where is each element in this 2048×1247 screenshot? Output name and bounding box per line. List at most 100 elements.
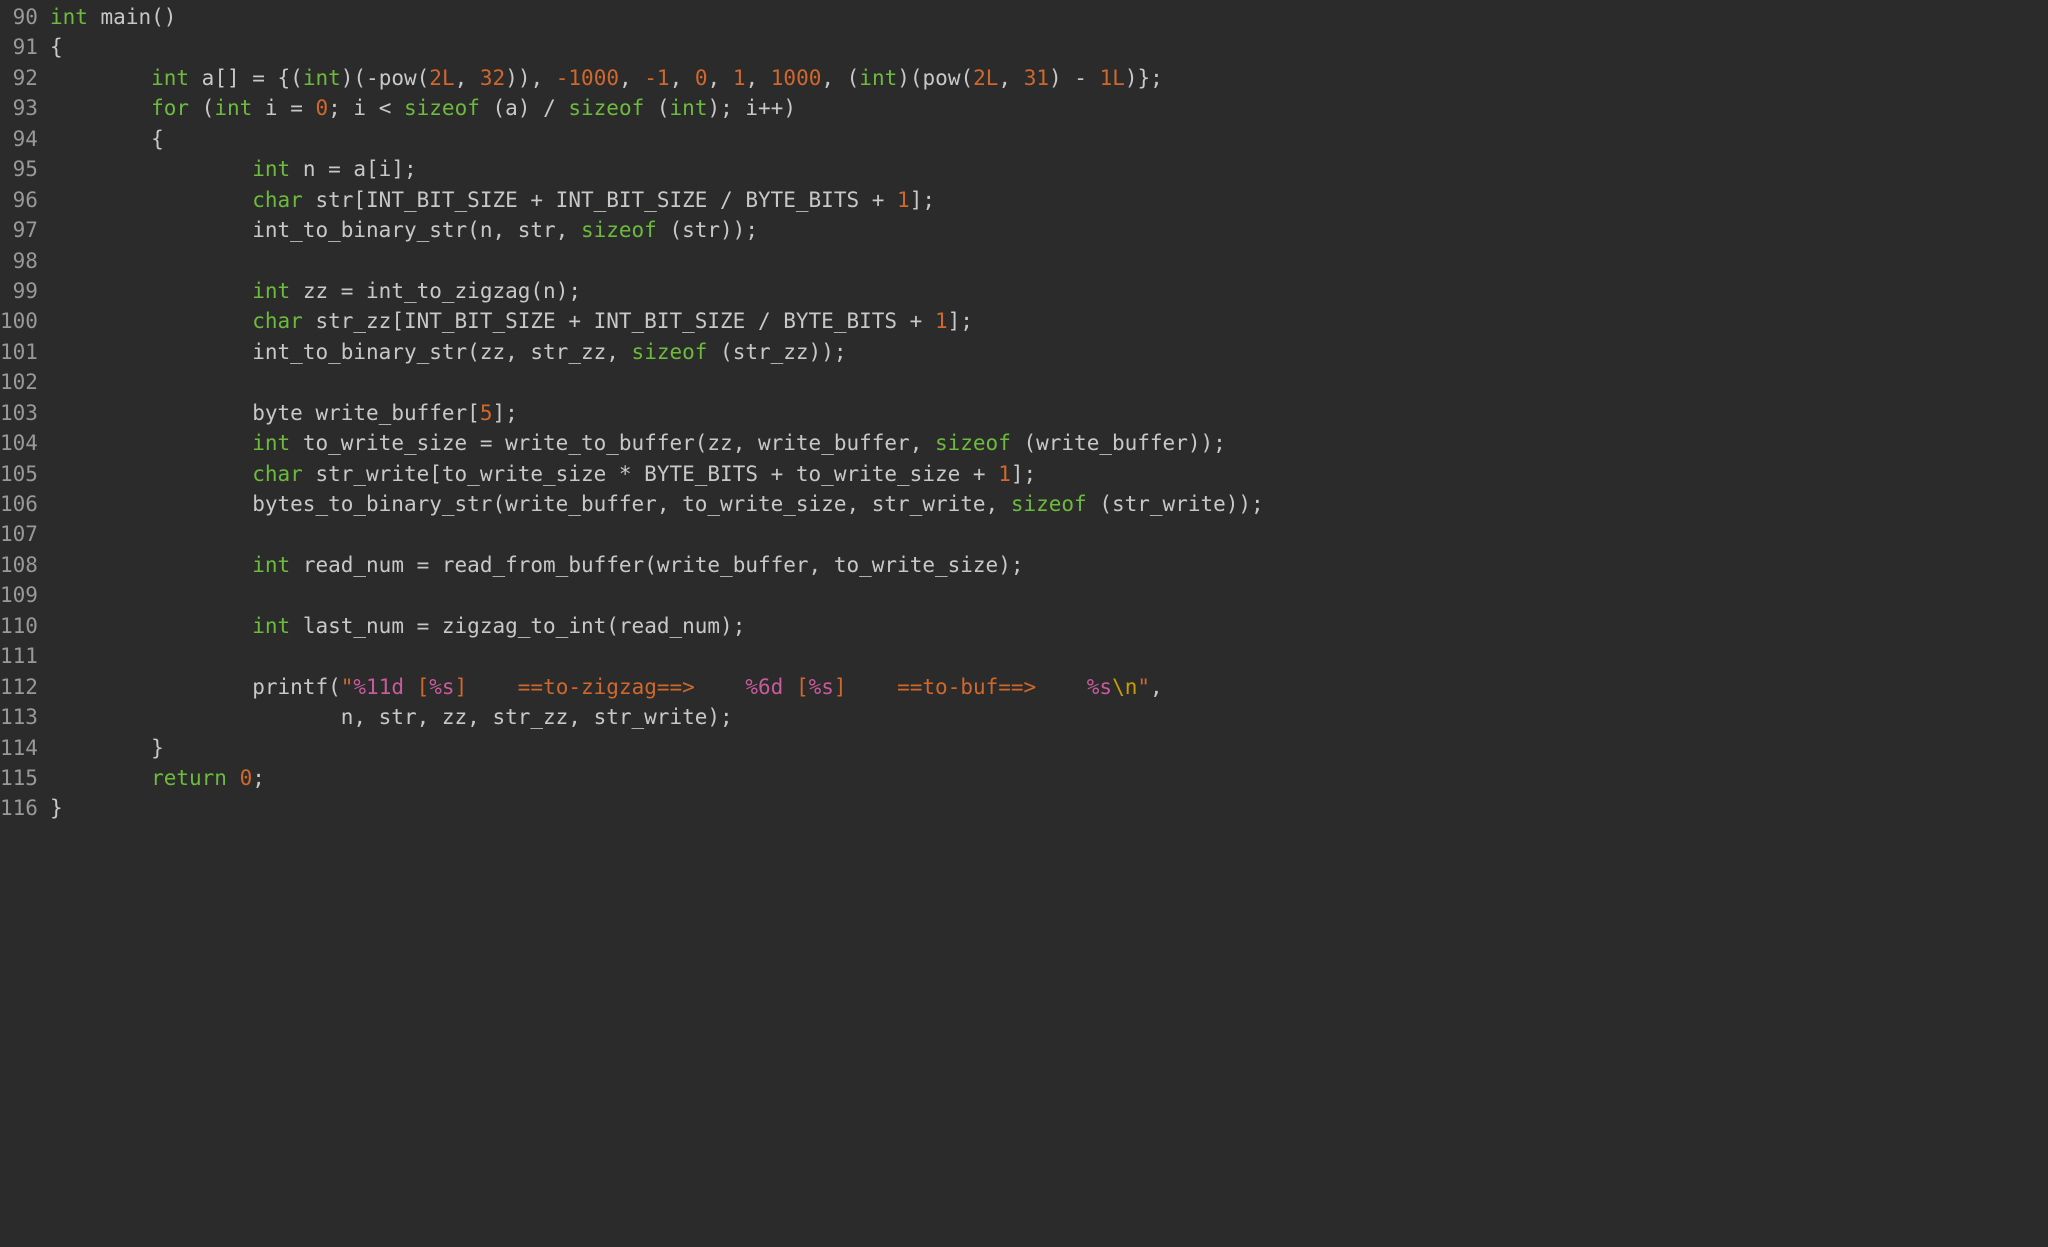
line-number: 113: [0, 702, 38, 732]
token-id: byte: [252, 401, 303, 425]
token-fn: pow: [379, 66, 417, 90]
token-op: (a) /: [480, 96, 569, 120]
code-line: {: [50, 32, 2048, 62]
token-kw: sizeof: [1011, 492, 1087, 516]
token-op: ];: [1011, 462, 1036, 486]
token-op: (str_zz));: [707, 340, 846, 364]
line-number: 106: [0, 489, 38, 519]
token-fn: zigzag_to_int: [442, 614, 606, 638]
token-op: ); i++): [707, 96, 796, 120]
token-op: last_num =: [290, 614, 442, 638]
token-kw: sizeof: [581, 218, 657, 242]
line-number: 98: [0, 246, 38, 276]
token-op: ) -: [1049, 66, 1100, 90]
token-num: 5: [480, 401, 493, 425]
token-op: [50, 340, 252, 364]
token-kw: int: [252, 553, 290, 577]
code-line: int last_num = zigzag_to_int(read_num);: [50, 611, 2048, 641]
token-op: {: [50, 127, 164, 151]
code-line: char str_zz[INT_BIT_SIZE + INT_BIT_SIZE …: [50, 306, 2048, 336]
code-line: int main(): [50, 2, 2048, 32]
token-num: 0: [240, 766, 253, 790]
token-op: )};: [1125, 66, 1163, 90]
line-number: 90: [0, 2, 38, 32]
token-op: str_zz[INT_BIT_SIZE + INT_BIT_SIZE / BYT…: [303, 309, 935, 333]
token-op: }: [50, 796, 63, 820]
token-op: [50, 96, 151, 120]
token-op: [50, 66, 151, 90]
token-kw: int: [214, 96, 252, 120]
token-op: (): [151, 5, 176, 29]
code-line: [50, 580, 2048, 610]
token-kw: int: [303, 66, 341, 90]
line-number: 94: [0, 124, 38, 154]
code-line: byte write_buffer[5];: [50, 398, 2048, 428]
token-fn: bytes_to_binary_str: [252, 492, 492, 516]
line-number: 93: [0, 93, 38, 123]
token-op: [50, 401, 252, 425]
token-op: ;: [252, 766, 265, 790]
token-op: )(-: [341, 66, 379, 90]
token-num: -1000: [556, 66, 619, 90]
code-line: return 0;: [50, 763, 2048, 793]
code-line: int to_write_size = write_to_buffer(zz, …: [50, 428, 2048, 458]
token-kw: int: [50, 5, 88, 29]
line-number: 111: [0, 641, 38, 671]
token-op: ,: [455, 66, 480, 90]
token-fn: main: [101, 5, 152, 29]
token-num: -1: [644, 66, 669, 90]
token-fn: int_to_binary_str: [252, 218, 467, 242]
token-op: ,: [670, 66, 695, 90]
token-str: [: [783, 675, 808, 699]
token-kw: sizeof: [568, 96, 644, 120]
code-line: [50, 641, 2048, 671]
token-str: [: [404, 675, 429, 699]
code-line: [50, 367, 2048, 397]
line-number: 112: [0, 672, 38, 702]
token-num: 1L: [1100, 66, 1125, 90]
line-number: 105: [0, 459, 38, 489]
token-kw: int: [252, 279, 290, 303]
line-number: 97: [0, 215, 38, 245]
token-op: }: [50, 736, 164, 760]
token-kw: sizeof: [632, 340, 708, 364]
code-line: char str[INT_BIT_SIZE + INT_BIT_SIZE / B…: [50, 185, 2048, 215]
token-op: [88, 5, 101, 29]
code-line: int_to_binary_str(zz, str_zz, sizeof (st…: [50, 337, 2048, 367]
token-num: 2L: [429, 66, 454, 90]
token-str: ": [1137, 675, 1150, 699]
token-op: ; i <: [328, 96, 404, 120]
token-num: 31: [1024, 66, 1049, 90]
code-line: for (int i = 0; i < sizeof (a) / sizeof …: [50, 93, 2048, 123]
token-op: ];: [910, 188, 935, 212]
code-line: }: [50, 733, 2048, 763]
token-op: ,: [998, 66, 1023, 90]
token-op: [50, 766, 151, 790]
token-kw: int: [151, 66, 189, 90]
token-op: (read_num);: [606, 614, 745, 638]
token-op: (zz, str_zz,: [467, 340, 631, 364]
token-fn: printf: [252, 675, 328, 699]
token-kw: sizeof: [935, 431, 1011, 455]
code-line: char str_write[to_write_size * BYTE_BITS…: [50, 459, 2048, 489]
code-line: int a[] = {(int)(-pow(2L, 32)), -1000, -…: [50, 63, 2048, 93]
token-str: ] ==to-buf==>: [834, 675, 1087, 699]
token-op: )),: [505, 66, 556, 90]
token-op: [50, 675, 252, 699]
token-num: 0: [695, 66, 708, 90]
token-op: (str_write));: [1087, 492, 1264, 516]
token-kw: char: [252, 462, 303, 486]
line-number: 95: [0, 154, 38, 184]
token-op: write_buffer[: [303, 401, 480, 425]
token-op: (: [417, 66, 430, 90]
code-line: int read_num = read_from_buffer(write_bu…: [50, 550, 2048, 580]
token-op: [227, 766, 240, 790]
token-op: n, str, zz, str_zz, str_write);: [50, 705, 733, 729]
token-op: zz =: [290, 279, 366, 303]
token-op: ];: [948, 309, 973, 333]
token-op: (n, str,: [467, 218, 581, 242]
token-op: [50, 188, 252, 212]
code-area: int main(){ int a[] = {(int)(-pow(2L, 32…: [46, 2, 2048, 1247]
token-op: )(: [897, 66, 922, 90]
token-op: ,: [1150, 675, 1163, 699]
